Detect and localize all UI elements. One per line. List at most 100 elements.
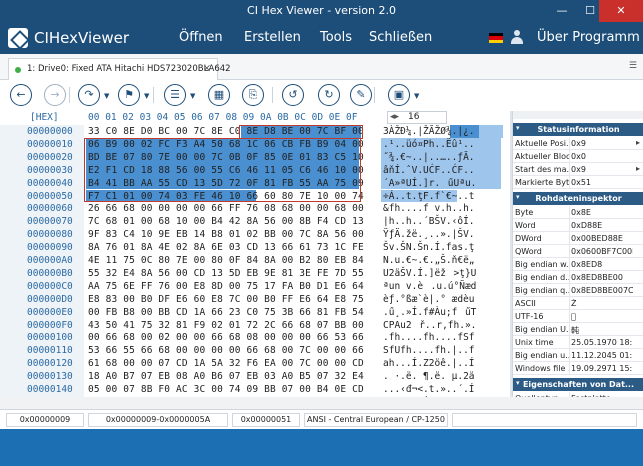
- inspector-key: Markierte Bytes: [515, 178, 569, 187]
- document-tab[interactable]: 1: Drive0: Fixed ATA Hitachi HDS723020BL…: [8, 58, 231, 80]
- inspector-section-header[interactable]: ▾ Eigenschaften von Dat...: [513, 378, 643, 391]
- status-encoding[interactable]: ANSI - Central European / CP-1250: [304, 413, 448, 427]
- user-icon[interactable]: [511, 30, 523, 44]
- text-row: ÷Á..t.ţF.f`€~..t: [383, 190, 475, 202]
- inspector-row[interactable]: Big endian w... 0x8ED8: [513, 258, 643, 271]
- offset-label: 00000040: [27, 177, 73, 189]
- inspector-row[interactable]: Big endian u... 11.12.2045 01:: [513, 349, 643, 362]
- text-row: &fh....f v.h..h.: [383, 203, 475, 215]
- bookmark-button[interactable]: ⚑: [118, 84, 140, 106]
- text-row: . ·.ë. ¶.ë. µ.2ä: [383, 371, 475, 383]
- offset-label: 00000100: [27, 332, 73, 344]
- inspector-row[interactable]: Markierte Bytes0x51: [513, 176, 643, 189]
- inspector-value: 0x51: [571, 178, 592, 187]
- toolbar-separator: [374, 87, 375, 103]
- text-row: .¹..üó¤Ph..Ëû¹..: [383, 138, 475, 150]
- inspector-row[interactable]: Big endian d... 0x8ED8BE00: [513, 271, 643, 284]
- edit-button[interactable]: ✎: [350, 84, 372, 106]
- inspector-row[interactable]: Byte 0x8E: [513, 206, 643, 219]
- status-length: 0x00000051: [232, 413, 300, 427]
- text-row: Šv.ŠN.Šn.Í.fas.ţ: [383, 242, 475, 254]
- horizontal-scrollbar[interactable]: [0, 397, 643, 409]
- inspector-divider: [569, 176, 570, 188]
- inspector-value: 0x9: [571, 165, 586, 174]
- bytes-per-row-box[interactable]: ◂▸ 16: [387, 111, 447, 124]
- text-row: ŸƒÄ.žë.¸..».|ŠV.: [383, 229, 475, 241]
- dropdown-arrow-icon[interactable]: ▼: [144, 92, 149, 100]
- menu-close[interactable]: Schließen: [369, 30, 432, 45]
- spin-arrows-icon[interactable]: ◂▸: [390, 112, 399, 122]
- hex-row: 55 32 E4 8A 56 00 CD 13 5D EB 9E 81 3E F…: [88, 267, 364, 279]
- inspector-section-header[interactable]: ▾ Statusinformation: [513, 123, 643, 136]
- hex-byte-grid[interactable]: 33 C0 8E D0 BC 00 7C 8E C0 8E D8 BE 00 7…: [84, 125, 380, 397]
- text-row: |h..h..´BŠV.‹ôÍ.: [383, 216, 475, 228]
- expand-arrow-icon[interactable]: ▸: [636, 164, 640, 173]
- save-button[interactable]: ▣: [388, 84, 410, 106]
- select-block-button[interactable]: ▦: [208, 84, 230, 106]
- hex-row: 00 FB B8 00 BB CD 1A 66 23 C0 75 3B 66 8…: [88, 306, 364, 318]
- inspector-row[interactable]: Word 0xD88E: [513, 219, 643, 232]
- expand-arrow-icon[interactable]: ▸: [636, 138, 640, 147]
- close-window-button[interactable]: ✕: [599, 0, 643, 22]
- toolbar-separator: [69, 87, 70, 103]
- inspector-value: 0x9: [571, 139, 586, 148]
- menu-about[interactable]: Über Programm: [537, 30, 640, 45]
- column-header-05: 05: [174, 112, 186, 123]
- toolbar: ← → ↷ ▼ ⚑ ▼ ☰ ▼ ▦ ⎘ ↺ ↻ ✎ ▣ ▼: [0, 80, 643, 110]
- inspector-key: DWord: [515, 234, 542, 243]
- jump-button[interactable]: ↷: [78, 84, 100, 106]
- text-row: CPAu2ř..r,fh.».: [383, 319, 477, 331]
- inspector-divider: [569, 137, 570, 149]
- inspector-row[interactable]: Unix time 25.05.1970 18:: [513, 336, 643, 349]
- offset-label: 00000010: [27, 138, 73, 150]
- text-decode-pane[interactable]: 3ÀŽĐ¼.|ŽĂŽØ¾.|¿. .¹..üó¤Ph..Ëû¹.. ˝¾.€~..|…: [380, 125, 510, 397]
- redo-button[interactable]: ↻: [318, 84, 340, 106]
- dropdown-arrow-icon[interactable]: ▼: [190, 92, 195, 100]
- column-header-02: 02: [122, 112, 134, 123]
- back-button[interactable]: ←: [10, 84, 32, 106]
- menu-create[interactable]: Erstellen: [244, 30, 301, 45]
- inspector-divider: [569, 206, 570, 218]
- close-tab-icon[interactable]: ×: [203, 63, 211, 74]
- panel-scroll-track[interactable]: [513, 111, 643, 119]
- offset-label: 000000B0: [27, 267, 73, 279]
- inspector-row[interactable]: UTF-16 : [513, 310, 643, 323]
- inspector-row[interactable]: Big endian U... 軘: [513, 323, 643, 336]
- minimize-button[interactable]: —: [548, 0, 576, 22]
- column-header-0B: 0B: [277, 112, 289, 123]
- inspector-section-title: Rohdateninspektor: [535, 194, 622, 203]
- text-row: .ű¸.»Í.f#Àu;fűT: [383, 306, 477, 318]
- inspector-row[interactable]: ASCII Ž: [513, 297, 643, 310]
- selection-border: [84, 137, 362, 203]
- dropdown-arrow-icon[interactable]: ▼: [104, 92, 109, 100]
- list-button[interactable]: ☰: [164, 84, 186, 106]
- inspector-row[interactable]: Big endian q... 0x8ED8BE007CE: [513, 284, 643, 297]
- inspector-row[interactable]: DWord 0x00BED88E: [513, 232, 643, 245]
- forward-button[interactable]: →: [44, 84, 66, 106]
- german-flag-icon[interactable]: [489, 33, 503, 43]
- inspector-section-header[interactable]: ▾ Rohdateninspektor: [513, 192, 643, 205]
- text-row: ˝¾.€~..|..…..ƒĂ.: [383, 151, 475, 163]
- text-row: âňÍ.ˆV.UĆF..ĆF..: [383, 164, 475, 176]
- inspector-value: 11.12.2045 01:: [571, 351, 633, 360]
- offset-column: 00000000 00000010 00000020 00000030 00000040…: [0, 125, 84, 421]
- inspector-row[interactable]: Aktuelle Posi... 0x9 ▸: [513, 137, 643, 150]
- inspector-row[interactable]: QWord 0x0600BF7C00E: [513, 245, 643, 258]
- hex-row: 18 A0 B7 07 EB 08 A0 B6 07 EB 03 A0 B5 0…: [88, 371, 364, 383]
- column-header-07: 07: [208, 112, 220, 123]
- menu-tools[interactable]: Tools: [320, 30, 352, 45]
- tab-list-icon[interactable]: ☰: [629, 61, 637, 71]
- inspector-divider: [569, 245, 570, 257]
- menu-open[interactable]: Öffnen: [179, 30, 223, 45]
- inspector-row[interactable]: Start des ma... 0x9 ▸: [513, 163, 643, 176]
- inspector-value: 0x8ED8BE00: [571, 273, 623, 282]
- undo-button[interactable]: ↺: [282, 84, 304, 106]
- inspector-row[interactable]: Aktueller Block0x0: [513, 150, 643, 163]
- inspector-key: Unix time: [515, 338, 554, 347]
- copy-button[interactable]: ⎘: [242, 84, 264, 106]
- column-header-04: 04: [156, 112, 169, 123]
- inspector-divider: [569, 297, 570, 309]
- dropdown-arrow-icon[interactable]: ▼: [414, 92, 419, 100]
- inspector-row[interactable]: Windows file ...19.09.2971 15:: [513, 362, 643, 375]
- hex-row: 00 66 68 00 02 00 00 66 68 08 00 00 00 6…: [88, 332, 364, 344]
